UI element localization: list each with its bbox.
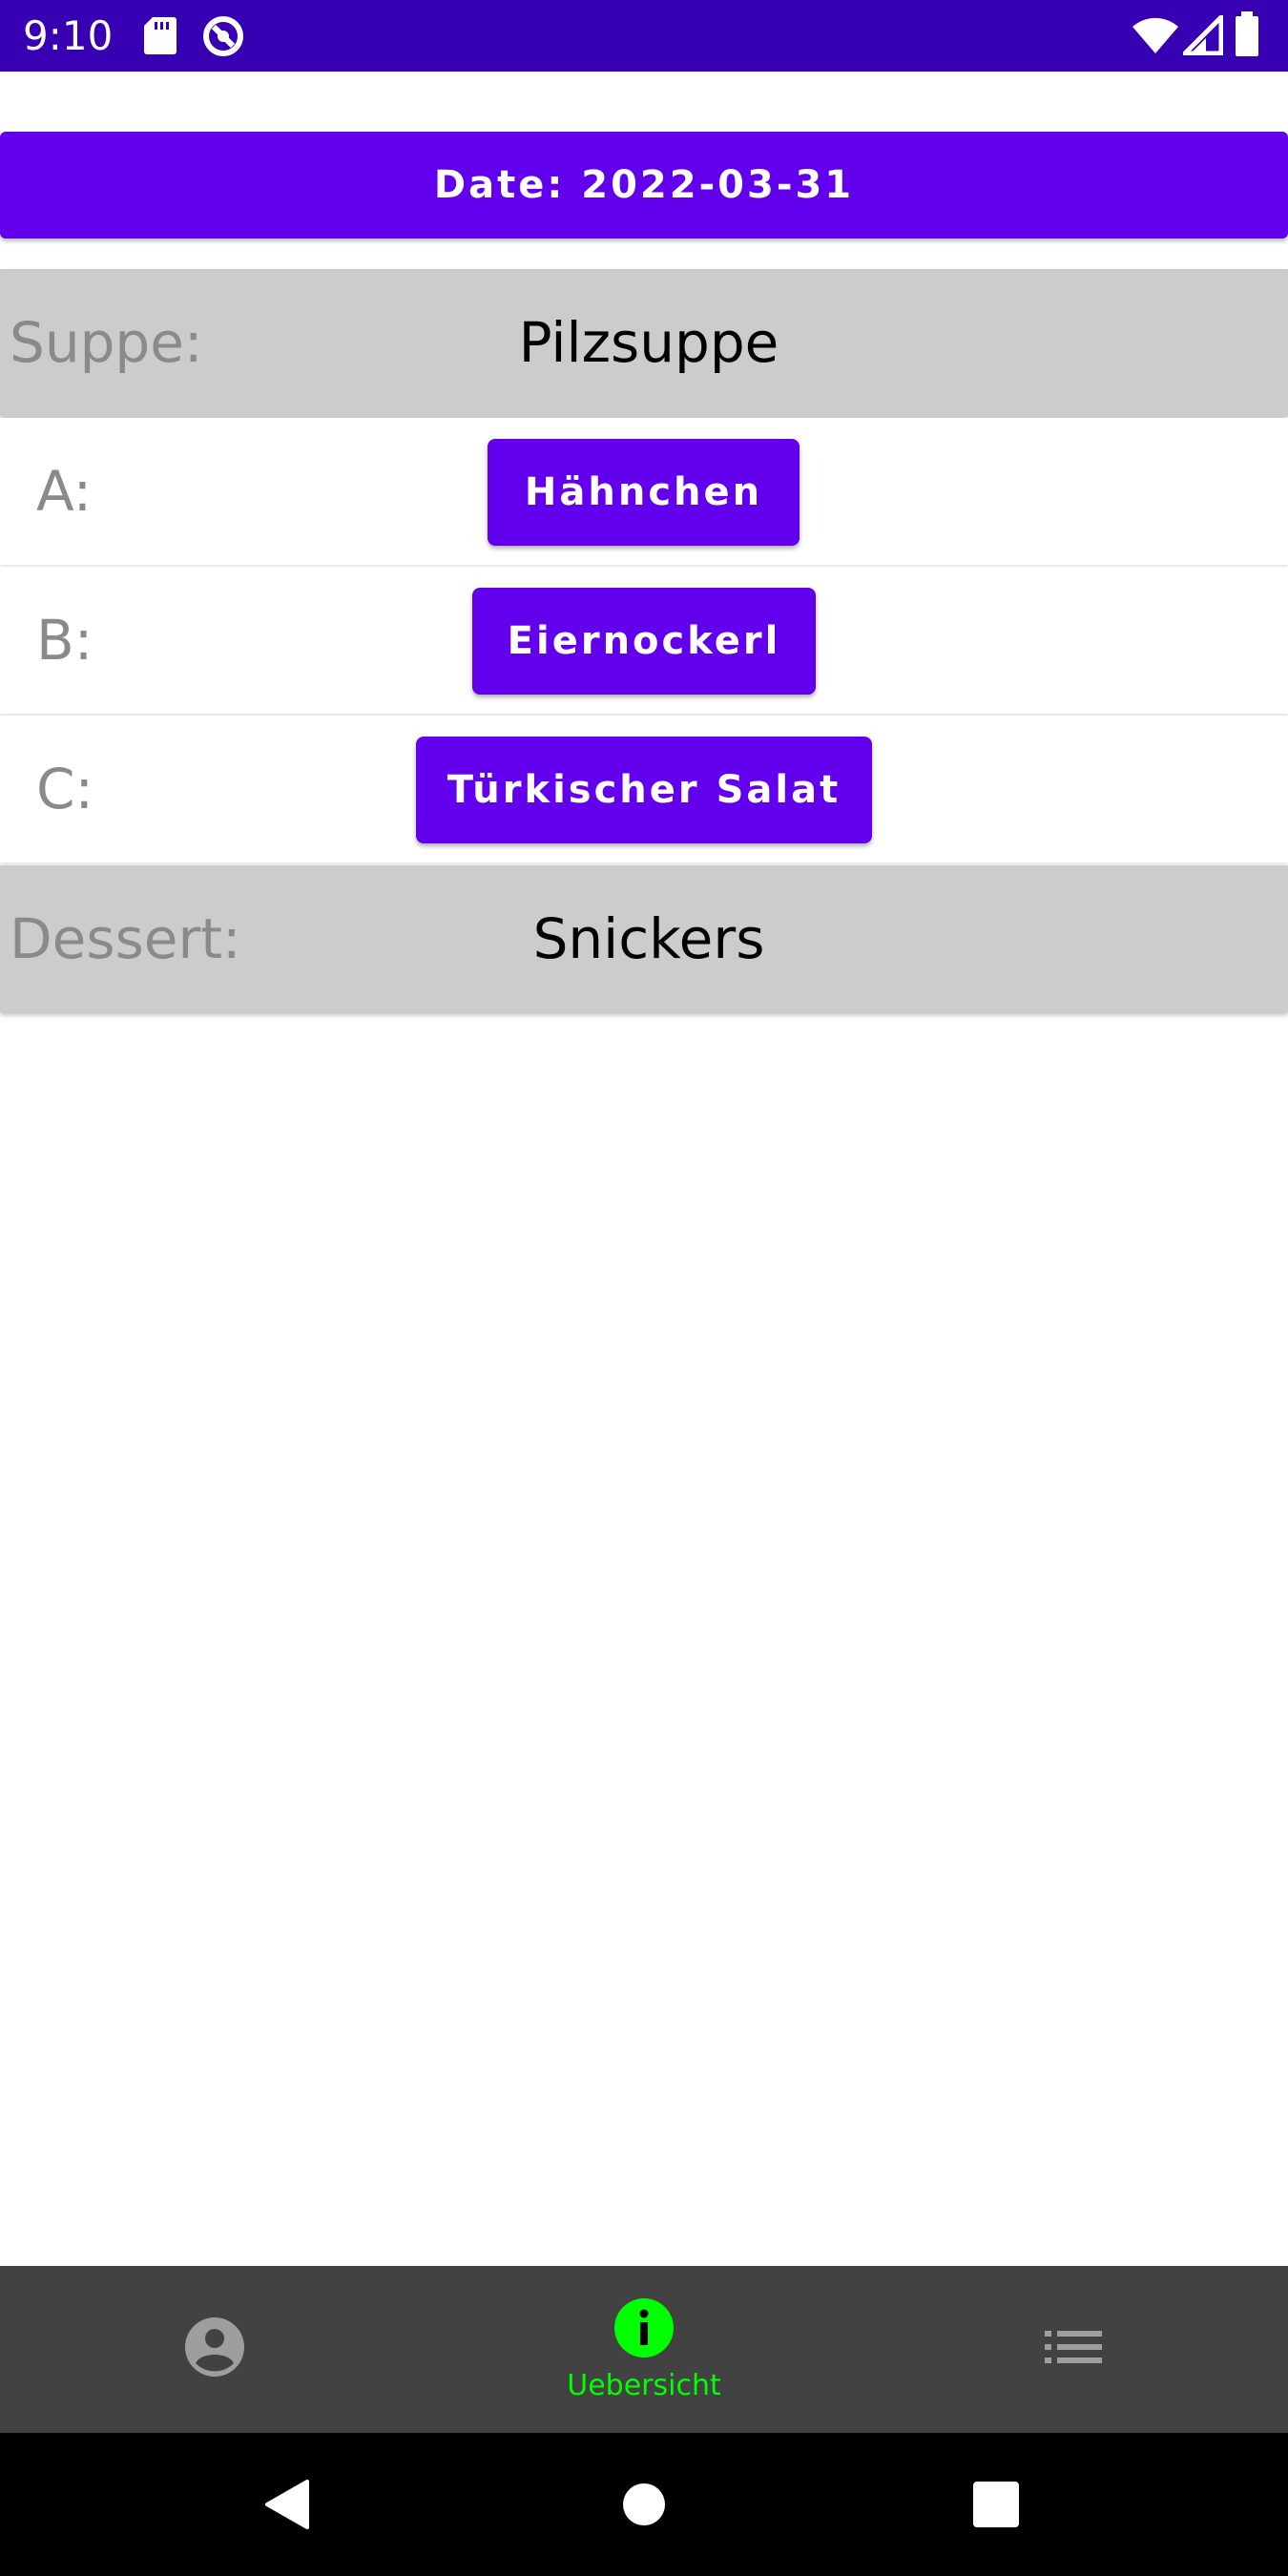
option-b-button[interactable]: Eiernockerl — [472, 588, 816, 695]
list-icon — [1045, 2328, 1102, 2371]
status-bar: 9:10 — [0, 0, 1288, 72]
bottom-navigation: Uebersicht — [0, 2266, 1288, 2433]
option-a-button[interactable]: Hähnchen — [488, 439, 800, 546]
nav-label-uebersicht: Uebersicht — [567, 2368, 721, 2402]
wifi-icon — [1132, 15, 1179, 60]
menu-row-c: C: Türkischer Salat — [0, 716, 1288, 862]
option-a-label: A: — [36, 459, 93, 524]
nav-item-list[interactable] — [859, 2266, 1288, 2433]
signal-icon — [1178, 10, 1224, 60]
soup-value: Pilzsuppe — [518, 310, 779, 375]
system-navigation-bar — [0, 2433, 1288, 2576]
nav-item-profile[interactable] — [0, 2266, 429, 2433]
menu-row-b: B: Eiernockerl — [0, 567, 1288, 714]
battery-icon — [1235, 11, 1259, 62]
sd-card-icon — [143, 15, 177, 60]
soup-row: Suppe: Pilzsuppe — [0, 269, 1288, 416]
date-text: Date: 2022-03-31 — [433, 163, 855, 207]
option-c-label: C: — [36, 757, 94, 821]
account-circle-icon — [183, 2316, 246, 2383]
back-icon[interactable] — [260, 2476, 317, 2533]
option-c-button[interactable]: Türkischer Salat — [416, 737, 872, 843]
option-b-label: B: — [36, 608, 93, 673]
menu-row-a: A: Hähnchen — [0, 418, 1288, 565]
status-time: 9:10 — [23, 12, 114, 59]
nav-item-uebersicht[interactable]: Uebersicht — [429, 2266, 859, 2433]
dessert-value: Snickers — [532, 906, 765, 971]
recents-icon[interactable] — [967, 2476, 1025, 2533]
info-icon — [613, 2297, 675, 2363]
data-saver-icon — [200, 13, 246, 64]
home-icon[interactable] — [615, 2476, 673, 2533]
app-screen: 9:10 Date: 2022-03-31 Suppe: Pilzsuppe A… — [0, 0, 1288, 2576]
date-header: Date: 2022-03-31 — [0, 132, 1288, 239]
dessert-row: Dessert: Snickers — [0, 865, 1288, 1012]
